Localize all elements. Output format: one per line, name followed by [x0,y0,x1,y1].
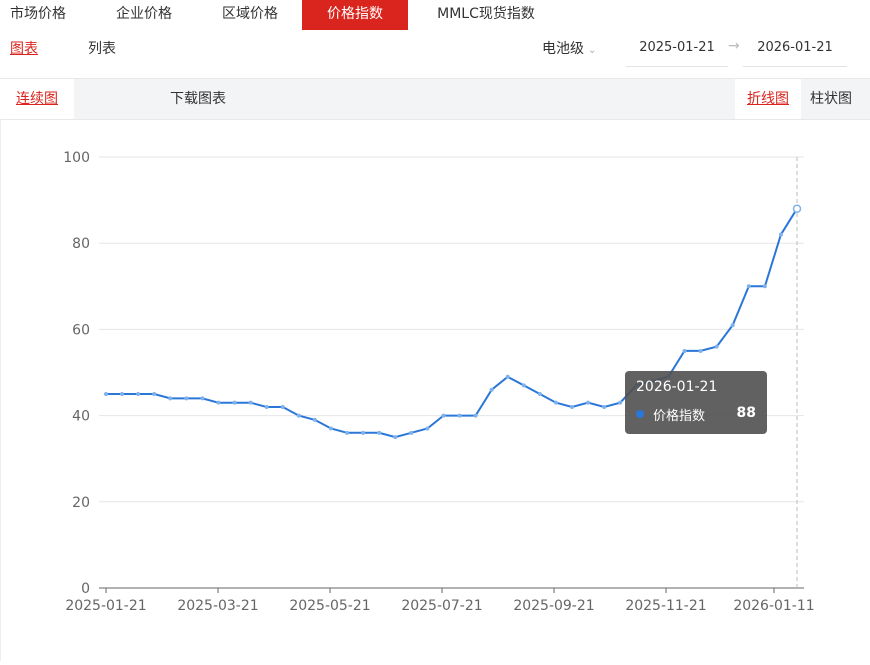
y-tick-label: 80 [72,236,90,252]
data-point [602,404,607,409]
tab-region-price[interactable]: 区域价格 [208,0,292,30]
tab-company-price[interactable]: 企业价格 [100,0,188,30]
data-point [120,392,125,397]
tab-market-price[interactable]: 市场价格 [0,0,76,30]
download-chart-button[interactable]: 下载图表 [170,79,226,119]
data-point [104,392,108,397]
data-point [345,430,350,435]
data-point [792,204,802,213]
data-point [184,396,189,401]
data-point [409,430,414,435]
line-chart-button[interactable]: 折线图 [735,79,801,119]
data-point [264,404,269,409]
data-point [553,400,558,405]
data-point [152,392,157,397]
arrow-right-icon: → [728,38,740,54]
data-point [248,400,253,405]
data-point [232,400,237,405]
grade-select-value: 电池级 [542,41,584,57]
data-point [537,392,542,397]
data-point [280,404,285,409]
data-point [216,400,221,405]
grade-select[interactable]: 电池级 ⌄ [542,38,596,58]
data-point [473,413,478,418]
data-point [698,348,703,353]
data-point [489,387,494,392]
x-tick-label: 2025-01-21 [65,598,146,614]
chart-toolbar: 连续图 下载图表 折线图 柱状图 [0,78,870,120]
data-point [730,323,735,328]
x-tick-label: 2025-09-21 [513,598,594,614]
data-point [328,426,333,431]
end-date-input[interactable]: 2026-01-21 [743,30,847,67]
data-point [393,435,398,440]
data-point [586,400,591,405]
y-tick-label: 20 [72,495,90,511]
list-view-toggle[interactable]: 列表 [88,38,116,58]
data-point [570,404,575,409]
data-point [521,383,526,388]
tab-price-index[interactable]: 价格指数 [302,0,408,30]
data-point [762,284,767,289]
y-tick-label: 100 [63,150,90,166]
chevron-down-icon: ⌄ [588,45,597,56]
data-point [168,396,173,401]
x-tick-label: 2026-01-11 [733,598,814,614]
data-point [377,430,382,435]
data-point [312,417,317,422]
chart-view-toggle[interactable]: 图表 [10,38,38,58]
data-point [200,396,205,401]
data-point [296,413,301,418]
continuous-chart-button[interactable]: 连续图 [0,79,74,119]
data-point [457,413,462,418]
x-tick-label: 2025-07-21 [401,598,482,614]
data-point [714,344,719,349]
tooltip-series-name: 价格指数 [653,409,706,424]
data-point [778,232,783,237]
tooltip-value: 88 [736,405,756,421]
data-point [682,348,687,353]
x-tick-label: 2025-05-21 [289,598,370,614]
data-point [425,426,430,431]
chart-tooltip: 2026-01-21 价格指数 88 [625,371,767,434]
data-point [361,430,366,435]
category-tabs: 市场价格 企业价格 区域价格 价格指数 MMLC现货指数 [0,0,870,30]
start-date-input[interactable]: 2025-01-21 [626,30,728,67]
x-tick-label: 2025-11-21 [625,598,706,614]
tooltip-date: 2026-01-21 [636,379,718,395]
series-marker-icon [636,410,644,418]
y-tick-label: 40 [72,409,90,425]
tab-mmlc-spot-index[interactable]: MMLC现货指数 [422,0,550,30]
bar-chart-button[interactable]: 柱状图 [810,79,852,119]
data-point [136,392,141,397]
y-tick-label: 60 [72,322,90,338]
data-point [441,413,446,418]
data-point [746,284,751,289]
x-tick-label: 2025-03-21 [177,598,258,614]
data-point [505,374,510,379]
data-point [618,400,623,405]
y-tick-label: 0 [81,581,90,597]
